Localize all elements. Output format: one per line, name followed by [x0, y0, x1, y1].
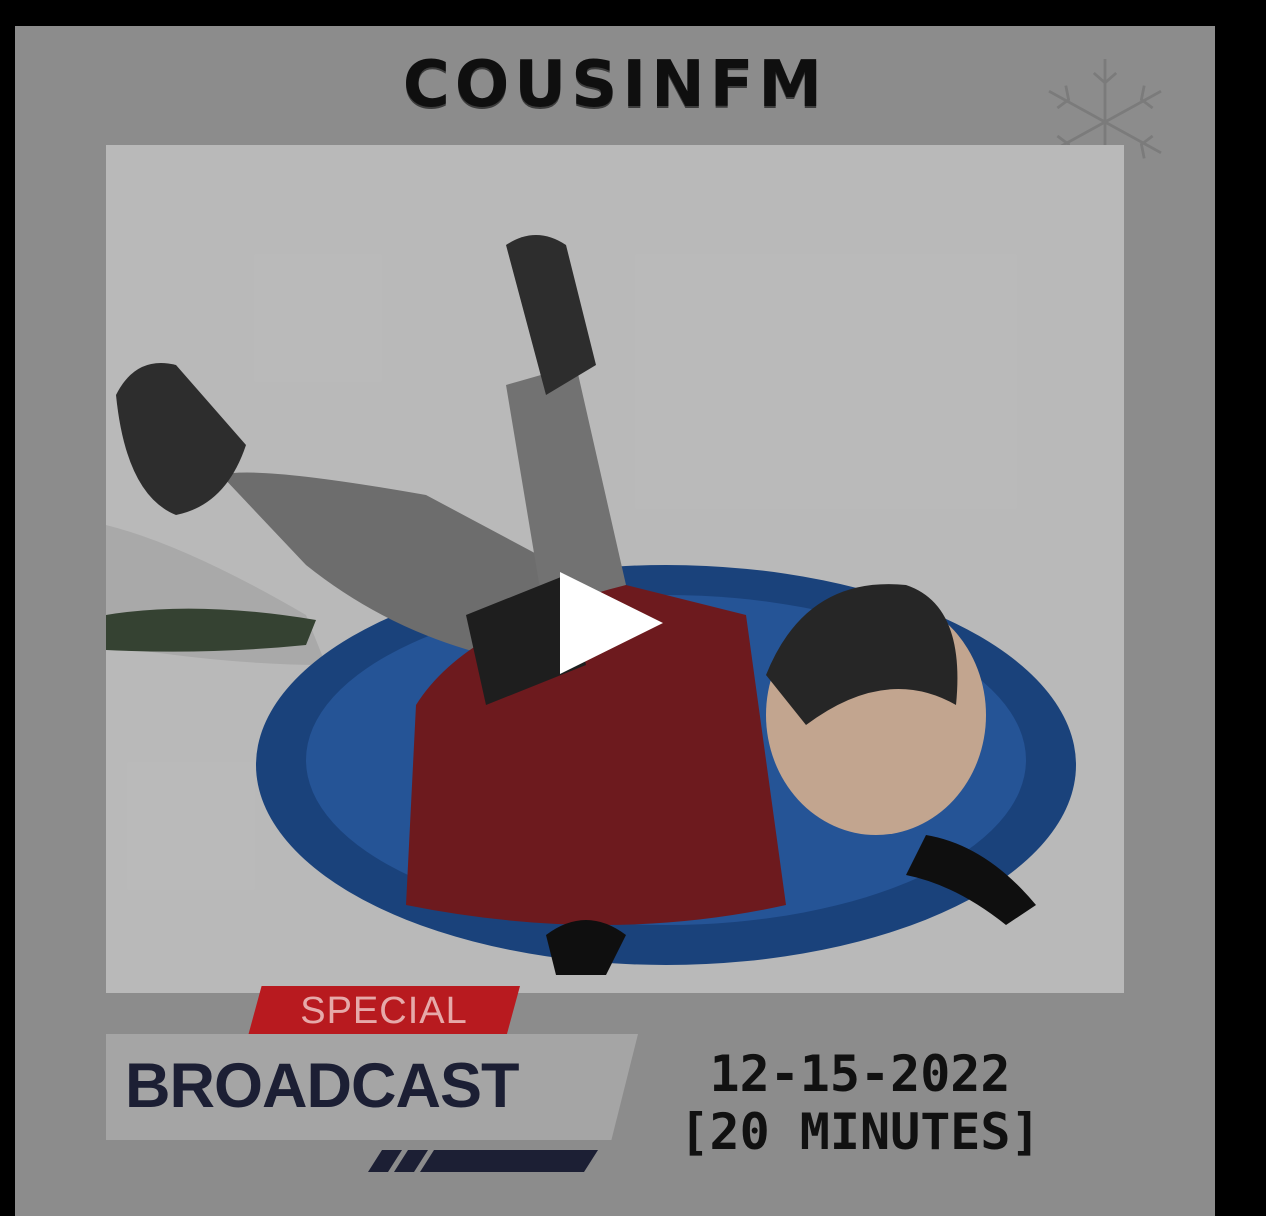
banner-stripes [368, 1150, 598, 1172]
play-icon[interactable] [560, 572, 663, 674]
special-label: SPECIAL [300, 990, 468, 1032]
broadcast-date-block: 12-15-2022 [20 MINUTES] [650, 1045, 1070, 1161]
broadcast-date: 12-15-2022 [709, 1045, 1011, 1103]
broadcast-duration: [20 MINUTES] [679, 1103, 1041, 1161]
broadcast-label: BROADCAST [125, 1051, 519, 1121]
